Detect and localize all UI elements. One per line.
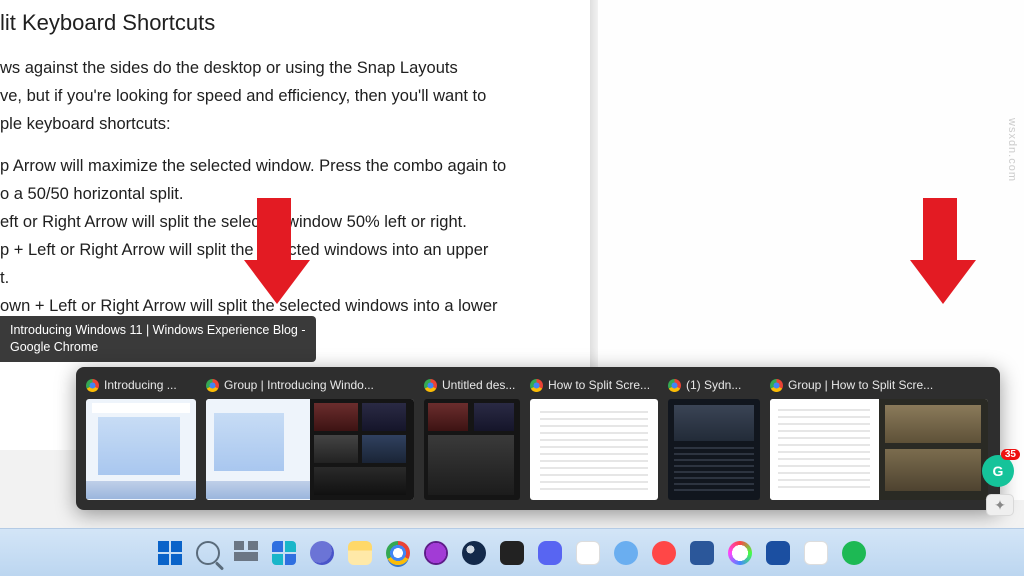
taskbar-chrome-icon[interactable] [384,539,412,567]
taskbar-xbox-cloud-icon[interactable] [612,539,640,567]
taskbar-file-explorer-icon[interactable] [346,539,374,567]
grammarly-badge: 35 [1001,449,1020,460]
thumb-title: Group | How to Split Scre... [770,375,988,395]
grammarly-icon[interactable]: G 35 [982,455,1014,487]
taskbar-ea-icon[interactable] [650,539,678,567]
text: ws against the sides do the desktop or u… [0,59,458,77]
taskbar-widgets-icon[interactable] [270,539,298,567]
watermark: wsxdn.com [1006,118,1018,182]
taskbar-discord-icon[interactable] [536,539,564,567]
thumb-title: Group | Introducing Windo... [206,375,414,395]
taskbar-spotify-icon[interactable] [840,539,868,567]
tooltip-line2: Google Chrome [10,340,98,354]
chrome-icon [86,379,99,392]
chrome-icon [206,379,219,392]
red-arrow-right [910,198,970,308]
taskbar-google-classroom-icon[interactable] [802,539,830,567]
taskbar-task-view-icon[interactable] [232,539,260,567]
taskbar-steam-icon[interactable] [460,539,488,567]
thumb-title: (1) Sydn... [668,375,760,395]
taskview-thumb[interactable]: Group | How to Split Scre... [770,375,988,500]
text: ple keyboard shortcuts: [0,115,171,133]
thumb-label: Introducing ... [104,378,177,392]
taskbar-slack-icon[interactable] [574,539,602,567]
chrome-icon [530,379,543,392]
taskview-thumb[interactable]: Untitled des... [424,375,520,500]
text: ve, but if you're looking for speed and … [0,87,486,105]
thumb-preview [86,399,196,500]
thumb-label: Group | How to Split Scre... [788,378,933,392]
taskbar-paint-icon[interactable] [726,539,754,567]
chrome-icon [424,379,437,392]
taskview-thumb[interactable]: (1) Sydn... [668,375,760,500]
text: t. [0,269,9,287]
thumb-label: Untitled des... [442,378,515,392]
taskbar-virtualbox-icon[interactable] [764,539,792,567]
thumb-label: (1) Sydn... [686,378,741,392]
article-heading: lit Keyboard Shortcuts [0,10,590,36]
thumb-title: How to Split Scre... [530,375,658,395]
taskbar [0,528,1024,576]
taskbar-opera-gx-icon[interactable] [422,539,450,567]
red-arrow-left [244,198,304,308]
chrome-icon [770,379,783,392]
taskbar-epic-games-icon[interactable] [498,539,526,567]
tooltip-line1: Introducing Windows 11 | Windows Experie… [10,323,306,337]
thumb-title: Introducing ... [86,375,196,395]
thumb-preview [530,399,658,500]
grammarly-letter: G [993,463,1004,479]
window-tooltip: Introducing Windows 11 | Windows Experie… [0,316,316,362]
thumb-label: Group | Introducing Windo... [224,378,374,392]
text: o a 50/50 horizontal split. [0,185,183,203]
article-para1: ws against the sides do the desktop or u… [0,54,590,138]
thumb-preview [668,399,760,500]
taskbar-search-icon[interactable] [194,539,222,567]
thumb-preview [770,399,988,500]
taskview-thumb[interactable]: Group | Introducing Windo... [206,375,414,500]
taskbar-start-icon[interactable] [156,539,184,567]
chrome-icon [668,379,681,392]
taskview-thumb[interactable]: How to Split Scre... [530,375,658,500]
taskbar-preview-strip[interactable]: Introducing ... Group | Introducing Windo… [76,367,1000,510]
text: p Arrow will maximize the selected windo… [0,157,506,175]
thumb-preview [424,399,520,500]
spark-button[interactable]: ✦ [986,494,1014,516]
taskbar-word-icon[interactable] [688,539,716,567]
taskview-thumb[interactable]: Introducing ... [86,375,196,500]
thumb-title: Untitled des... [424,375,520,395]
thumb-preview [206,399,414,500]
taskbar-teams-icon[interactable] [308,539,336,567]
thumb-label: How to Split Scre... [548,378,650,392]
